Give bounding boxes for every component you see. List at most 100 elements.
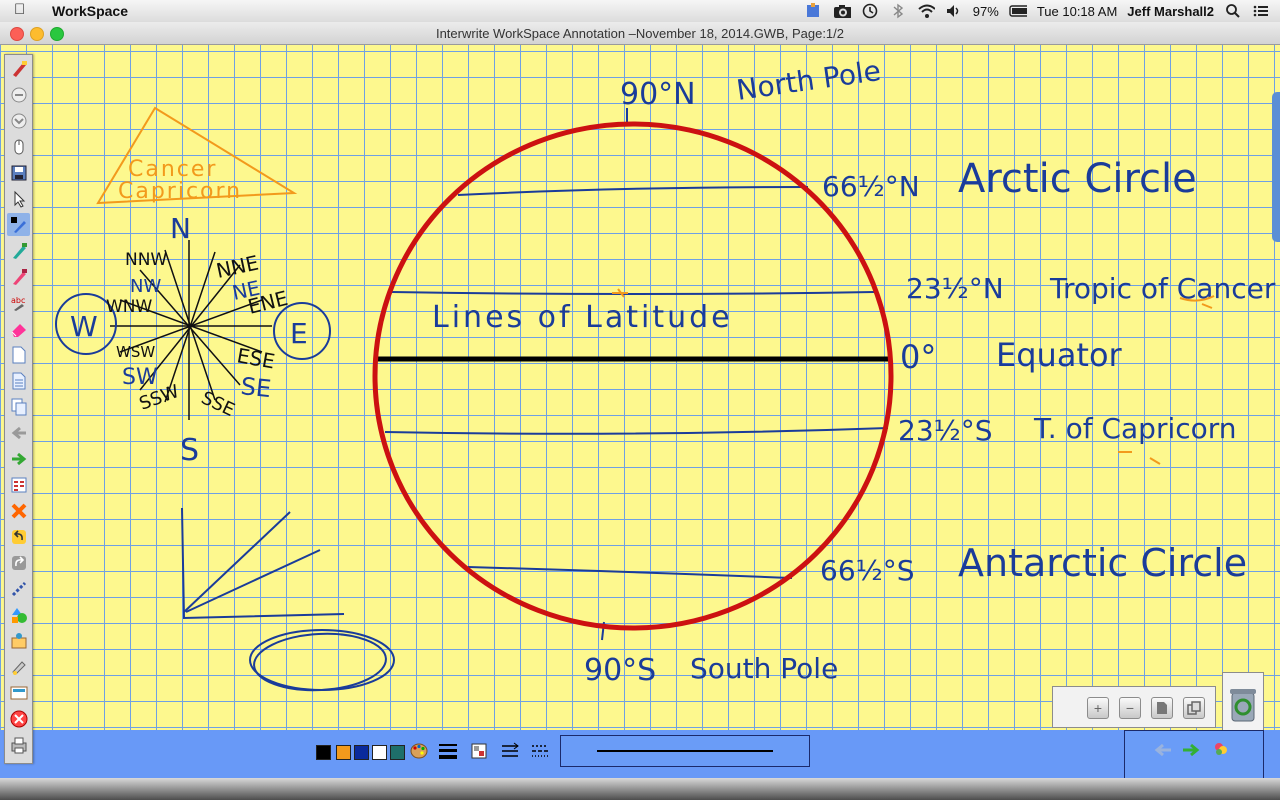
undo-icon[interactable] xyxy=(7,525,30,548)
menu-bar:  WorkSpace 97% Tue 10:18 AM Jeff Marsha… xyxy=(0,0,1280,23)
triangle-capricorn-text: Capricorn xyxy=(118,179,242,204)
fill-icon[interactable] xyxy=(470,742,488,760)
right-side-tab[interactable] xyxy=(1272,92,1280,242)
compass-sse: SSE xyxy=(198,387,238,421)
page-icon[interactable] xyxy=(1151,697,1173,719)
app-name-menu[interactable]: WorkSpace xyxy=(52,3,128,19)
compass-n: N xyxy=(170,212,191,245)
spotlight-search-icon[interactable] xyxy=(1224,3,1242,19)
equator-name: Equator xyxy=(996,336,1123,374)
bottom-toolbar xyxy=(0,730,1280,779)
color-swatch-white[interactable] xyxy=(372,745,387,760)
antarctic-degree: 66½°S xyxy=(820,554,915,587)
wifi-icon[interactable] xyxy=(917,3,935,19)
compass-ese: ESE xyxy=(235,343,277,373)
next-page-icon[interactable] xyxy=(7,447,30,470)
color-palette-icon[interactable] xyxy=(410,742,428,760)
equator-degree: 0° xyxy=(900,338,936,376)
close-tool-icon[interactable] xyxy=(7,707,30,730)
mouse-icon[interactable] xyxy=(7,135,30,158)
plus-icon[interactable]: + xyxy=(1087,697,1109,719)
shapes-icon[interactable] xyxy=(7,603,30,626)
battery-percent[interactable]: 97% xyxy=(973,2,999,20)
redo-icon[interactable] xyxy=(7,551,30,574)
insert-icon[interactable] xyxy=(7,629,30,652)
line-preview[interactable] xyxy=(560,735,810,767)
previous-page-icon[interactable] xyxy=(7,421,30,444)
pen-active-icon[interactable] xyxy=(7,213,30,236)
globe-outline xyxy=(372,121,894,631)
compass-nnw: NNW xyxy=(125,250,167,270)
annotation-canvas[interactable]: 90°N North Pole 66½°N Arctic Circle 23½°… xyxy=(0,45,1280,730)
line-style-icon[interactable] xyxy=(500,742,520,760)
cancer-degree: 23½°N xyxy=(906,272,1004,305)
page-view-icon[interactable] xyxy=(7,369,30,392)
recycle-bin[interactable] xyxy=(1222,672,1264,732)
screen-capture-icon[interactable] xyxy=(7,681,30,704)
tropic-of-capricorn-line xyxy=(384,427,889,435)
dash-style-icon[interactable] xyxy=(530,742,550,760)
workspace-status-icon[interactable] xyxy=(805,3,823,19)
line-width-icon[interactable] xyxy=(438,742,458,760)
arrow-left-icon[interactable] xyxy=(1153,741,1173,759)
duplicate-page-icon[interactable] xyxy=(7,395,30,418)
color-swatch-blue[interactable] xyxy=(354,745,369,760)
volume-icon[interactable] xyxy=(945,3,963,19)
apple-icon[interactable]:  xyxy=(14,1,25,18)
color-swatch-black[interactable] xyxy=(316,745,331,760)
orange-mark xyxy=(612,288,628,298)
recycle-icon xyxy=(1230,689,1256,722)
page-sorter-icon[interactable] xyxy=(7,473,30,496)
compass-wsw: WSW xyxy=(116,343,155,361)
eraser-icon[interactable] xyxy=(7,317,30,340)
oval-sketch xyxy=(249,629,395,692)
compass-w: W xyxy=(70,310,98,343)
menubar-status-area: 97% Tue 10:18 AM Jeff Marshall2 xyxy=(805,2,1270,20)
south-pole-name: South Pole xyxy=(690,652,838,685)
compass-sw: SW xyxy=(122,365,158,390)
minus-icon[interactable]: − xyxy=(1119,697,1141,719)
clear-page-icon[interactable] xyxy=(7,499,30,522)
text-recognition-icon[interactable]: abc xyxy=(7,291,30,314)
save-icon[interactable] xyxy=(7,161,30,184)
arrow-right-icon[interactable] xyxy=(1181,741,1201,759)
angle-sketch xyxy=(181,507,345,620)
link-icon[interactable] xyxy=(7,577,30,600)
marker-icon[interactable] xyxy=(7,265,30,288)
user-name[interactable]: Jeff Marshall2 xyxy=(1127,2,1214,20)
arctic-circle-line xyxy=(457,186,809,196)
pen-tool-icon[interactable] xyxy=(7,57,30,80)
camera-icon[interactable] xyxy=(833,3,851,19)
tropic-of-cancer-line xyxy=(391,291,875,295)
print-icon[interactable] xyxy=(7,733,30,756)
desktop-strip xyxy=(0,778,1280,800)
arctic-degree: 66½°N xyxy=(822,170,920,203)
battery-icon[interactable] xyxy=(1009,3,1027,19)
copy-icon[interactable] xyxy=(1183,697,1205,719)
page-navigation-panel xyxy=(1124,730,1264,779)
cancer-name: Tropic of Cancer xyxy=(1049,272,1276,305)
antarctic-name: Antarctic Circle xyxy=(958,541,1247,585)
capricorn-degree: 23½°S xyxy=(898,414,993,447)
notification-center-icon[interactable] xyxy=(1252,3,1270,19)
north-pole-name: North Pole xyxy=(734,54,882,107)
circle-tool-icon[interactable] xyxy=(7,83,30,106)
time-machine-icon[interactable] xyxy=(861,3,879,19)
clock[interactable]: Tue 10:18 AM xyxy=(1037,2,1117,20)
compass-s: S xyxy=(180,433,199,468)
color-swatch-teal[interactable] xyxy=(390,745,405,760)
chevron-down-icon[interactable] xyxy=(7,109,30,132)
compass-se: SE xyxy=(239,372,272,403)
window-title-bar: Interwrite WorkSpace Annotation –Novembe… xyxy=(0,22,1280,45)
spotlight-icon[interactable] xyxy=(7,655,30,678)
highlighter-icon[interactable] xyxy=(7,239,30,262)
new-page-icon[interactable] xyxy=(7,343,30,366)
compass-wnw: WNW xyxy=(106,297,153,317)
compass-e: E xyxy=(290,317,308,350)
select-arrow-icon[interactable] xyxy=(7,187,30,210)
annotation-drawing: 90°N North Pole 66½°N Arctic Circle 23½°… xyxy=(55,54,1276,692)
paint-icon[interactable] xyxy=(1213,741,1229,757)
color-swatch-orange[interactable] xyxy=(336,745,351,760)
bluetooth-icon[interactable] xyxy=(889,3,907,19)
lines-of-latitude-label: Lines of Latitude xyxy=(432,300,733,335)
